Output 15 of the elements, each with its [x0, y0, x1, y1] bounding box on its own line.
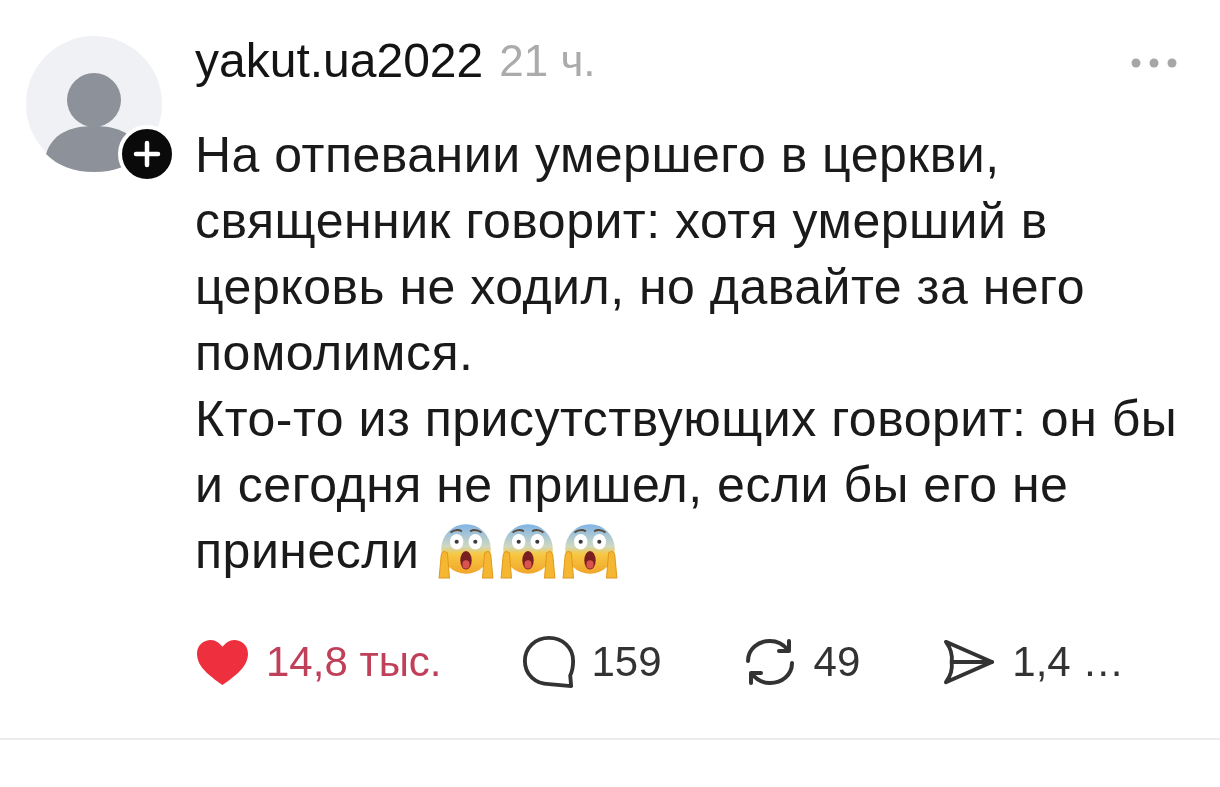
- post-text-line: священник говорит: хотя умерший в: [195, 192, 1048, 251]
- action-count: 159: [591, 641, 662, 683]
- post-text-line: На отпевании умершего в церкви,: [195, 126, 1000, 185]
- heart-icon[interactable]: [195, 637, 250, 687]
- post-text-line: помолимся.: [195, 324, 474, 383]
- post-text-line: принесли: [195, 522, 420, 581]
- action-count: 49: [813, 641, 861, 683]
- post-text-line: и сегодня не пришел, если бы его не: [195, 456, 1069, 515]
- post-text-line: церковь не ходил, но давайте за него: [195, 258, 1086, 317]
- action-count: 14,8 тыс.: [266, 641, 442, 683]
- author-name[interactable]: yakut.ua2022: [195, 37, 484, 85]
- post-time: 21 ч.: [499, 39, 596, 83]
- post-text-line: Кто-то из присутствующих говорит: он бы: [195, 390, 1178, 449]
- action-count: 1,4 …: [1012, 641, 1125, 683]
- speech-bubble-icon[interactable]: [521, 635, 576, 689]
